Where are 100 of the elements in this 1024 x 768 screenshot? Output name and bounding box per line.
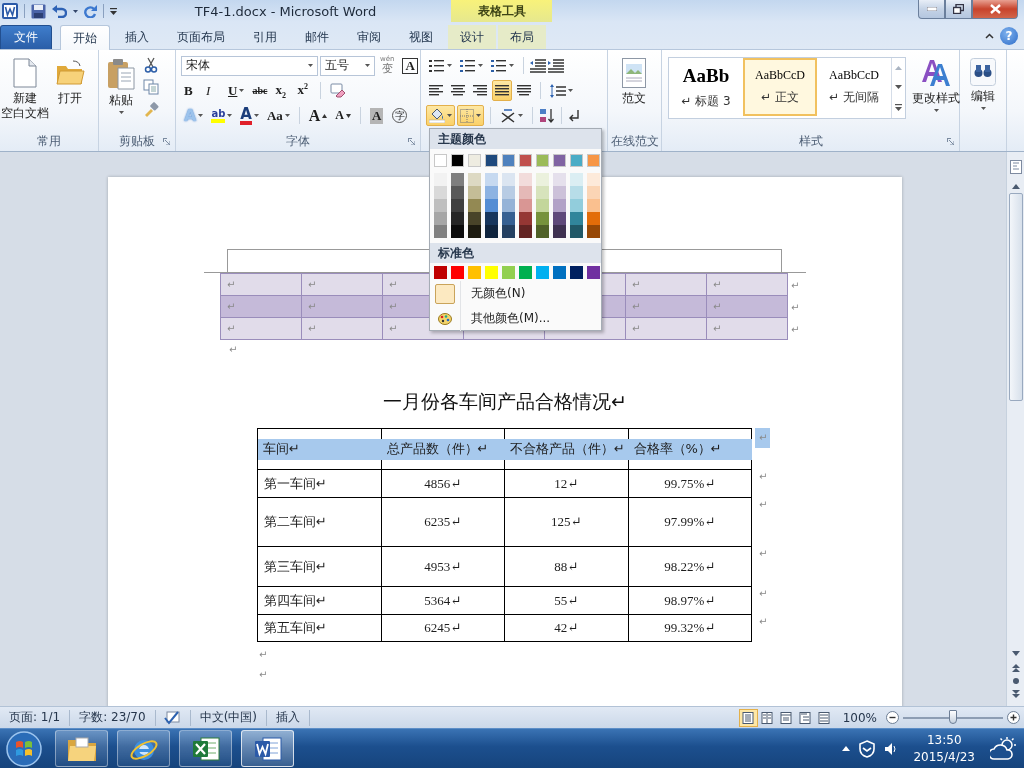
ribbon-tab[interactable]: 页面布局 bbox=[164, 25, 238, 49]
ribbon-tab[interactable]: 审阅 bbox=[344, 25, 394, 49]
table-cell: 55↵ bbox=[505, 587, 629, 615]
menu-section-title: 标准色 bbox=[438, 244, 474, 262]
format-button[interactable]: Aa bbox=[263, 105, 293, 126]
header-cell: 不合格产品（件）↵ bbox=[505, 429, 629, 470]
style-item[interactable]: AaBbCcD ↵ 正文 bbox=[743, 58, 817, 116]
paragraph-mark: ↵ bbox=[713, 323, 722, 334]
table-cell: 99.32%↵ bbox=[628, 615, 752, 642]
table-cell: 第四车间↵ bbox=[258, 587, 382, 615]
format-button[interactable]: I bbox=[203, 80, 223, 101]
paragraph-mark: ↵ bbox=[308, 279, 317, 290]
table-cell: 6235↵ bbox=[381, 498, 505, 547]
row-end-mark: ↵ bbox=[791, 323, 800, 335]
language-indicator[interactable]: 中文(中国) bbox=[190, 709, 266, 726]
paragraph-mark: ↵ bbox=[632, 301, 641, 312]
table-cell: 6245↵ bbox=[381, 615, 505, 642]
paragraph-mark: ↵ bbox=[259, 669, 268, 681]
row-end-mark: ↵ bbox=[791, 301, 800, 313]
sample-document-button[interactable]: 范文 bbox=[611, 55, 657, 132]
table-cell: 4953↵ bbox=[381, 547, 505, 587]
table-cell: 99.75%↵ bbox=[628, 470, 752, 498]
ribbon-tab[interactable]: 引用 bbox=[240, 25, 290, 49]
style-item[interactable]: AaBbCcD ↵ 无间隔 bbox=[817, 58, 891, 116]
paragraph-mark: ↵ bbox=[227, 301, 236, 312]
group-label: 常用 bbox=[37, 133, 61, 150]
word-count[interactable]: 字数: 23/70 bbox=[70, 709, 155, 726]
insert-mode-indicator[interactable]: 插入 bbox=[267, 709, 309, 726]
group-label: 剪贴板 bbox=[119, 133, 155, 150]
format-button[interactable]: B bbox=[181, 80, 201, 101]
document-title: 一月份各车间产品合格情况↵ bbox=[382, 389, 628, 414]
paragraph-mark: ↵ bbox=[259, 649, 268, 661]
style-item[interactable]: AaBb ↵ 标题 3 bbox=[669, 58, 743, 116]
row-end-mark: ↵ bbox=[758, 498, 768, 510]
paragraph-mark: ↵ bbox=[308, 301, 317, 312]
table-cell: 98.97%↵ bbox=[628, 587, 752, 615]
format-button[interactable]: A bbox=[305, 105, 331, 126]
paragraph-mark: ↵ bbox=[389, 279, 398, 290]
ribbon-tab[interactable]: 布局 bbox=[498, 25, 546, 49]
format-button[interactable]: abc bbox=[249, 80, 271, 101]
paragraph-mark: ↵ bbox=[229, 344, 238, 356]
group-label: 字体 bbox=[286, 133, 310, 150]
header-cell: 车间↵ bbox=[258, 429, 382, 470]
row-end-mark: ↵ bbox=[758, 547, 768, 559]
header-cell: 总产品数（件）↵ bbox=[381, 429, 505, 470]
format-button[interactable]: ab bbox=[208, 105, 236, 126]
format-button[interactable]: U bbox=[225, 80, 248, 101]
table-cell: 88↵ bbox=[505, 547, 629, 587]
open-button[interactable]: 打开 bbox=[50, 55, 90, 132]
format-button[interactable]: A bbox=[332, 105, 355, 126]
font-size-field[interactable]: 五号 bbox=[320, 55, 375, 76]
paragraph-mark: ↵ bbox=[227, 323, 236, 334]
row-end-mark: ↵ bbox=[758, 615, 768, 627]
more-colors-item[interactable]: 其他颜色(M)... bbox=[430, 306, 601, 331]
clock[interactable]: 13:50 2015/4/23 bbox=[907, 731, 981, 766]
paragraph-mark: ↵ bbox=[308, 323, 317, 334]
zoom-level[interactable]: 100% bbox=[833, 710, 886, 725]
format-button[interactable]: A bbox=[237, 105, 262, 126]
group-label: 在线范文 bbox=[610, 133, 659, 150]
editing-button[interactable]: 编辑 bbox=[963, 55, 1003, 132]
window-title: TF4-1.docx - Microsoft Word bbox=[193, 3, 378, 19]
row-end-mark: ↵ bbox=[758, 470, 768, 482]
row-end-mark: ↵ bbox=[755, 428, 771, 448]
character-border-button[interactable]: A bbox=[399, 55, 421, 76]
page-count: 页面: 1/1 bbox=[8, 709, 62, 726]
table-cell: 第一车间↵ bbox=[258, 470, 382, 498]
paste-button[interactable]: 粘贴 bbox=[102, 55, 140, 132]
change-styles-button[interactable]: 更改样式 bbox=[909, 55, 963, 132]
table-cell: 125↵ bbox=[505, 498, 629, 547]
paragraph-mark: ↵ bbox=[713, 301, 722, 312]
paragraph-mark: ↵ bbox=[632, 279, 641, 290]
paragraph-mark: ↵ bbox=[632, 323, 641, 334]
font-name-field[interactable]: 宋体 bbox=[181, 55, 318, 76]
file-tab[interactable]: 文件 bbox=[0, 25, 52, 49]
paragraph-mark: ↵ bbox=[713, 279, 722, 290]
ribbon-tab[interactable]: 设计 bbox=[448, 25, 496, 49]
paragraph-mark: ↵ bbox=[389, 301, 398, 312]
table-cell: 98.22%↵ bbox=[628, 547, 752, 587]
paragraph-mark: ↵ bbox=[227, 279, 236, 290]
ribbon-tab[interactable]: 开始 bbox=[60, 25, 110, 50]
context-tab-group-title: 表格工具 bbox=[451, 0, 552, 22]
ribbon-tab[interactable]: 邮件 bbox=[292, 25, 342, 49]
table-cell: 4856↵ bbox=[381, 470, 505, 498]
header-cell: 合格率（%）↵ bbox=[628, 429, 752, 470]
row-end-mark: ↵ bbox=[758, 587, 768, 599]
paragraph-mark: ↵ bbox=[389, 323, 398, 334]
no-color-item[interactable]: 无颜色(N) bbox=[430, 281, 601, 306]
ribbon-tab[interactable]: 视图 bbox=[396, 25, 446, 49]
table-cell: 12↵ bbox=[505, 470, 629, 498]
table-cell: 5364↵ bbox=[381, 587, 505, 615]
format-button[interactable]: x$^{2}$ bbox=[294, 80, 315, 101]
format-button[interactable]: x$_{2}$ bbox=[272, 80, 293, 101]
row-end-mark: ↵ bbox=[791, 279, 800, 291]
ribbon-tab[interactable]: 插入 bbox=[112, 25, 162, 49]
table-cell: 第五车间↵ bbox=[258, 615, 382, 642]
table-cell: 第三车间↵ bbox=[258, 547, 382, 587]
table-cell: 第二车间↵ bbox=[258, 498, 382, 547]
new-document-button[interactable]: 新建 空白文档 bbox=[3, 55, 47, 132]
menu-section-title: 主题颜色 bbox=[438, 130, 486, 148]
table-cell: 42↵ bbox=[505, 615, 629, 642]
